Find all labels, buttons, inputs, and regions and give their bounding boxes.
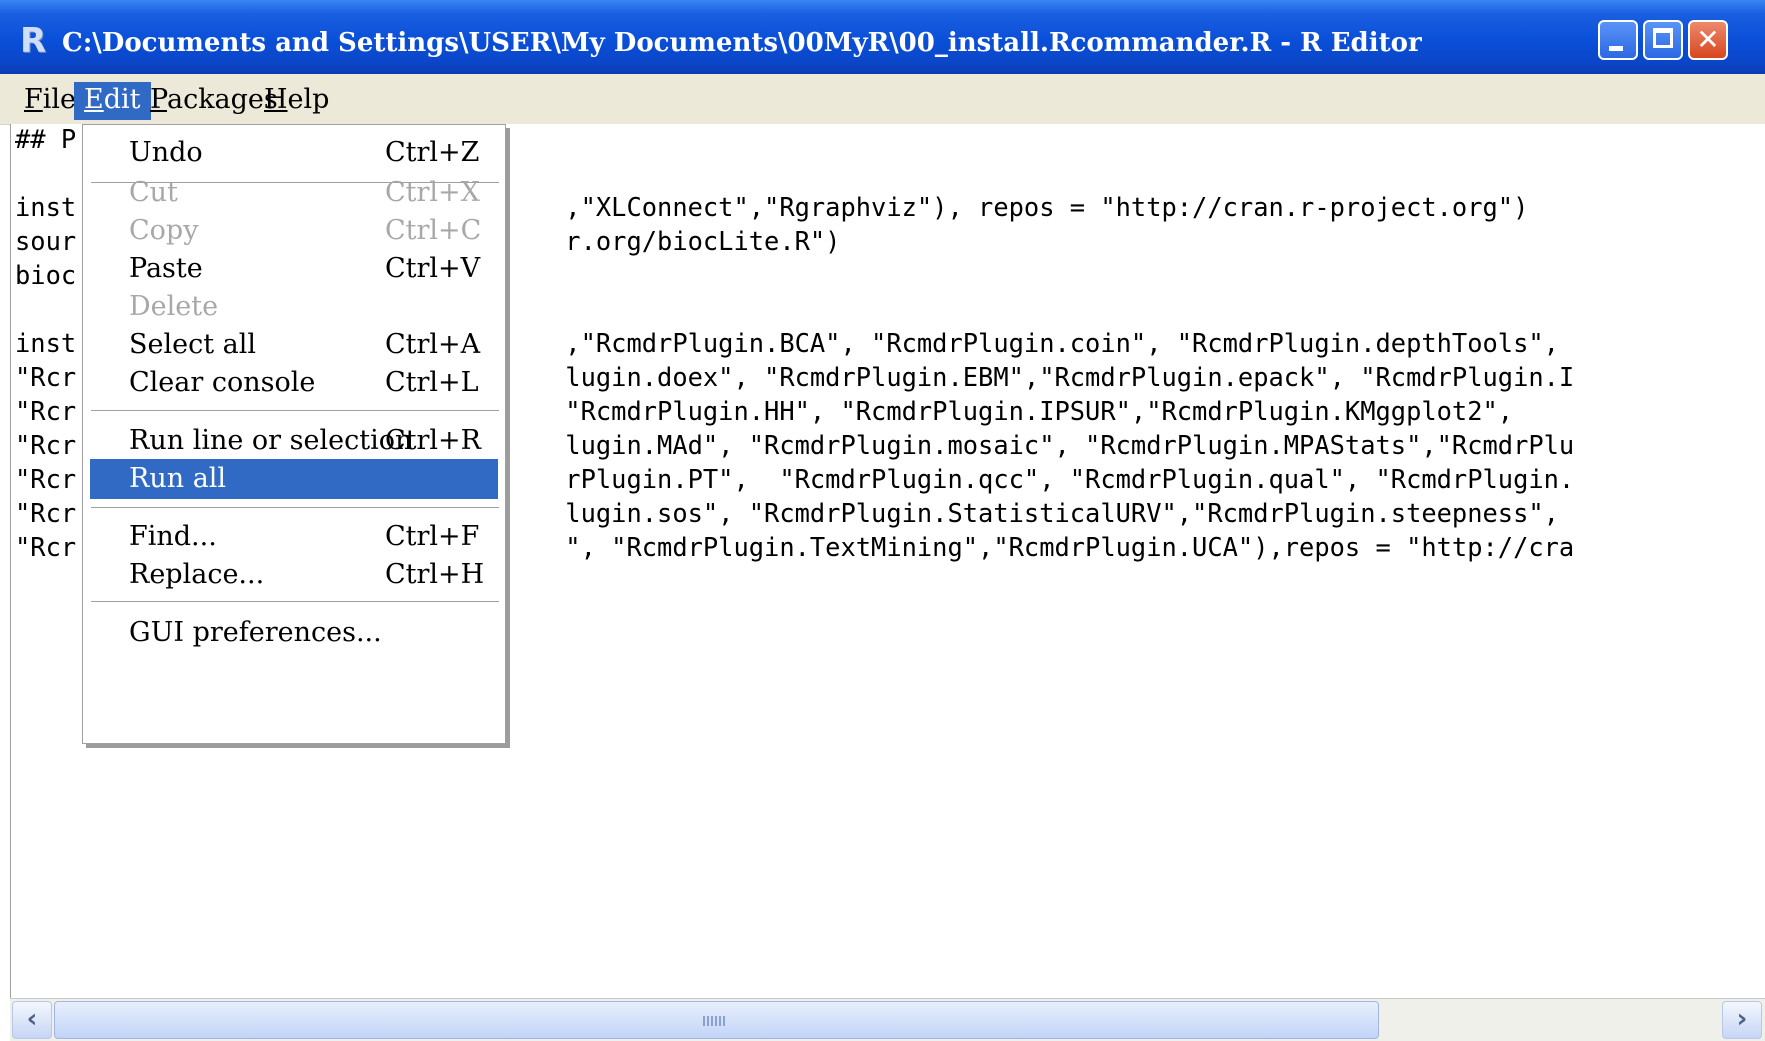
menu-help-mnemonic: H xyxy=(264,84,288,115)
menu-separator xyxy=(91,507,499,509)
menu-item-label: Undo xyxy=(129,137,203,168)
menu-item-run-line-or-selection[interactable]: Run line or selection Ctrl+R xyxy=(90,421,498,461)
horizontal-scrollbar[interactable]: ‹ › xyxy=(10,998,1765,1041)
menu-item-label: Delete xyxy=(129,291,219,322)
menu-item-run-all[interactable]: Run all xyxy=(90,459,498,499)
menu-item-clear-console[interactable]: Clear console Ctrl+L xyxy=(90,363,498,403)
scroll-right-button[interactable]: › xyxy=(1722,1001,1762,1039)
close-icon: ✕ xyxy=(1696,23,1720,56)
menu-item-shortcut: Ctrl+V xyxy=(385,253,481,284)
scroll-left-button[interactable]: ‹ xyxy=(12,1001,52,1039)
menu-item-shortcut: Ctrl+Z xyxy=(385,137,480,168)
menu-bar: File Edit Packages Help xyxy=(0,74,1765,125)
r-app-icon: R xyxy=(20,21,47,61)
menu-item-label: Run line or selection xyxy=(129,425,413,456)
minimize-icon xyxy=(1609,46,1623,51)
menu-item-label: Select all xyxy=(129,329,257,360)
menu-item-shortcut: Ctrl+F xyxy=(385,521,480,552)
menu-help-label: elp xyxy=(287,84,330,115)
menu-item-label: Paste xyxy=(129,253,203,284)
menu-item-cut[interactable]: Cut Ctrl+X xyxy=(90,173,498,213)
window-title: C:\Documents and Settings\USER\My Docume… xyxy=(62,28,1422,58)
title-bar[interactable]: R C:\Documents and Settings\USER\My Docu… xyxy=(0,0,1765,75)
menu-item-gui-preferences[interactable]: GUI preferences... xyxy=(90,613,498,653)
menu-item-select-all[interactable]: Select all Ctrl+A xyxy=(90,325,498,365)
edit-menu-dropdown: Undo Ctrl+Z Cut Ctrl+X Copy Ctrl+C Paste… xyxy=(82,124,506,744)
menu-item-label: Find... xyxy=(129,521,217,552)
menu-item-find[interactable]: Find... Ctrl+F xyxy=(90,517,498,557)
menu-edit-label: dit xyxy=(103,84,141,115)
menu-item-label: Clear console xyxy=(129,367,316,398)
menu-item-label: Copy xyxy=(129,215,199,246)
menu-item-label: Cut xyxy=(129,177,178,208)
code-line: bioc xyxy=(15,260,77,290)
menu-item-label: Run all xyxy=(129,463,227,494)
menu-item-shortcut: Ctrl+R xyxy=(385,425,482,456)
menu-help[interactable]: Help xyxy=(254,82,339,120)
menu-file-label: ile xyxy=(42,84,76,115)
menu-item-shortcut: Ctrl+X xyxy=(385,177,480,208)
menu-edit-mnemonic: E xyxy=(84,84,104,115)
close-button[interactable]: ✕ xyxy=(1688,20,1728,60)
menu-item-copy[interactable]: Copy Ctrl+C xyxy=(90,211,498,251)
menu-item-paste[interactable]: Paste Ctrl+V xyxy=(90,249,498,289)
code-line: ## P xyxy=(15,124,77,154)
chevron-right-icon: › xyxy=(1736,1004,1748,1034)
maximize-button[interactable] xyxy=(1643,20,1683,60)
menu-separator xyxy=(91,601,499,603)
menu-packages-mnemonic: P xyxy=(150,84,167,115)
menu-item-undo[interactable]: Undo Ctrl+Z xyxy=(90,133,498,173)
menu-item-shortcut: Ctrl+L xyxy=(385,367,479,398)
menu-item-label: GUI preferences... xyxy=(129,617,382,648)
chevron-left-icon: ‹ xyxy=(26,1004,38,1034)
menu-item-shortcut: Ctrl+A xyxy=(385,329,481,360)
grip-icon xyxy=(703,1016,725,1026)
minimize-button[interactable] xyxy=(1598,20,1638,60)
menu-separator xyxy=(91,410,499,412)
menu-item-shortcut: Ctrl+C xyxy=(385,215,482,246)
menu-item-replace[interactable]: Replace... Ctrl+H xyxy=(90,555,498,595)
menu-file-mnemonic: F xyxy=(24,84,43,115)
scrollbar-thumb[interactable] xyxy=(54,1001,1379,1039)
menu-item-label: Replace... xyxy=(129,559,265,590)
maximize-icon xyxy=(1653,28,1673,48)
menu-item-shortcut: Ctrl+H xyxy=(385,559,485,590)
menu-item-delete[interactable]: Delete xyxy=(90,287,498,327)
